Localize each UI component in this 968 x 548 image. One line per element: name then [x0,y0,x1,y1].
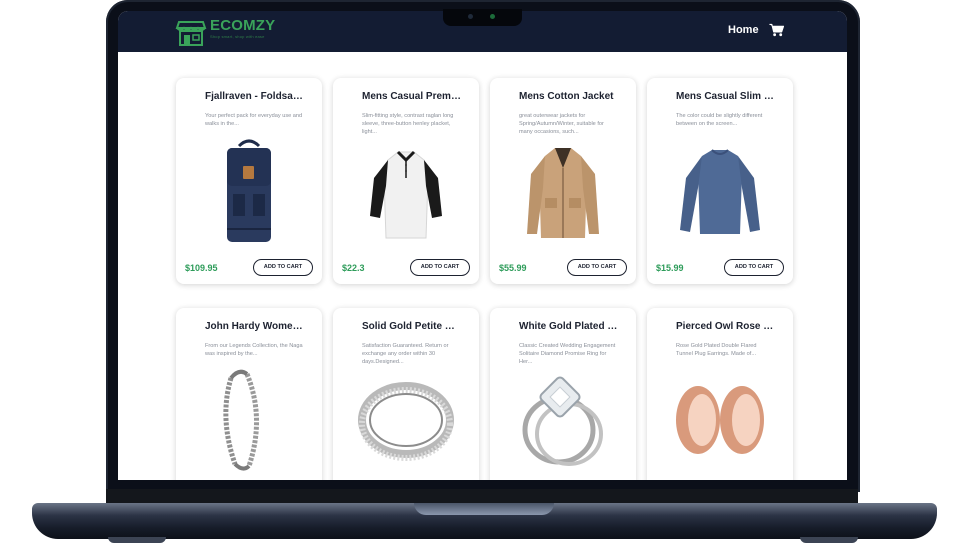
product-card[interactable]: Mens Cotton Jacket great outerwear jacke… [490,78,636,284]
camera-notch [443,9,522,26]
product-price: $22.3 [342,263,365,273]
storefront-logo-icon [175,21,207,46]
jacket-image [527,148,599,238]
logo-name: ECOMZY [210,17,276,34]
add-to-cart-button[interactable]: ADD TO CART [410,259,470,276]
product-title: Pierced Owl Rose Gold Plated [676,321,776,332]
product-card[interactable]: White Gold Plated Princess Classic Creat… [490,308,636,480]
product-description: Rose Gold Plated Double Flared Tunnel Pl… [676,343,757,357]
nav-home-link[interactable]: Home [728,24,759,36]
product-description: Slim-fitting style, contrast raglan long… [362,113,454,135]
henley-shirt-image [370,150,442,239]
bracelet-image [223,369,259,471]
product-card[interactable]: John Hardy Women's Legends Naga Bracelet… [176,308,322,480]
logo[interactable]: ECOMZY Shop smart, shop with ease [174,14,275,48]
band-ring-image [358,382,454,461]
product-grid: Fjallraven - Foldsack No. 1 Backpack, Fi… [118,52,847,480]
product-description: Satisfaction Guaranteed. Return or excha… [362,343,449,365]
add-to-cart-button[interactable]: ADD TO CART [253,259,313,276]
add-to-cart-button[interactable]: ADD TO CART [567,259,627,276]
product-card[interactable]: Fjallraven - Foldsack No. 1 Backpack, Fi… [176,78,322,284]
product-description: great outerwear jackets for Spring/Autum… [519,113,604,135]
laptop-screen: ECOMZY Shop smart, shop with ease Home F… [118,11,847,480]
camera-light-icon [490,14,495,19]
logo-tagline: Shop smart, shop with ease [210,34,265,39]
product-card[interactable]: Pierced Owl Rose Gold Plated Rose Gold P… [647,308,793,480]
product-price: $15.99 [656,263,684,273]
product-title: Mens Casual Premium Slim Fit T-Shirts [362,91,462,102]
product-card[interactable]: Mens Casual Premium Slim Fit T-Shirts Sl… [333,78,479,284]
laptop-chin [106,489,858,504]
laptop-foot-right [800,537,858,543]
laptop-opening-groove [414,503,554,515]
product-title: John Hardy Women's Legends Naga Bracelet [205,321,305,332]
product-description: The color could be slightly different be… [676,113,763,127]
product-description: Classic Created Wedding Engagement Solit… [519,343,616,365]
diamond-ring-image [522,376,603,466]
sweater-image [680,149,760,234]
backpack-image [227,139,271,242]
product-title: White Gold Plated Princess [519,321,619,332]
shopping-cart-icon[interactable] [769,23,784,37]
logo-text: ECOMZY Shop smart, shop with ease [210,18,275,39]
tunnel-plugs-image [676,386,764,454]
product-description: Your perfect pack for everyday use and w… [205,113,303,127]
add-to-cart-button[interactable]: ADD TO CART [724,259,784,276]
product-description: From our Legends Collection, the Naga wa… [205,343,303,357]
product-card[interactable]: Mens Casual Slim Fit The color could be … [647,78,793,284]
product-title: Solid Gold Petite Micropave [362,321,462,332]
product-price: $55.99 [499,263,527,273]
product-title: Mens Casual Slim Fit [676,91,776,102]
product-price: $109.95 [185,263,218,273]
product-card[interactable]: Solid Gold Petite Micropave Satisfaction… [333,308,479,480]
product-title: Fjallraven - Foldsack No. 1 Backpack, Fi… [205,91,305,102]
laptop-foot-left [108,537,166,543]
product-title: Mens Cotton Jacket [519,91,614,102]
camera-icon [468,14,473,19]
